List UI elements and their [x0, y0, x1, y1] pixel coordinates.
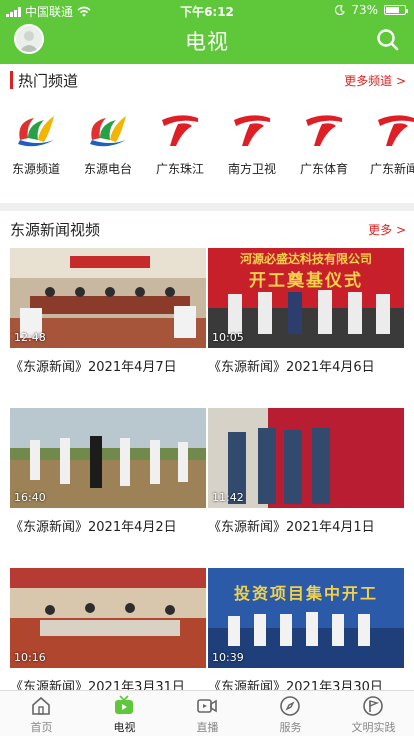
section-marker [10, 71, 13, 89]
video-title: 《东源新闻》2021年4月7日 [10, 360, 177, 375]
video-duration: 10:39 [212, 651, 244, 664]
video-title: 《东源新闻》2021年4月1日 [208, 520, 375, 535]
live-video-icon [197, 699, 217, 713]
channel-item[interactable]: 东源频道 [0, 98, 72, 188]
page-title: 电视 [185, 30, 229, 54]
channel-name: 广东体育 [299, 162, 348, 176]
hot-channels-header: 热门频道 更多频道 > [0, 64, 414, 96]
video-thumbnail: 10:16 [10, 568, 206, 668]
tab-tv[interactable]: 电视 [83, 691, 166, 736]
status-right: 73% [335, 3, 408, 17]
video-thumbnail: 11:42 [208, 408, 404, 508]
video-thumbnail: 河源必盛达科技有限公司 开工奠基仪式 10:05 [208, 248, 404, 348]
video-duration: 10:16 [14, 651, 46, 664]
channel-name: 广东新闻 [370, 162, 414, 176]
banner-subtext: 开工奠基仪式 [249, 271, 363, 291]
dongyuan-logo-icon [18, 116, 54, 147]
tab-live[interactable]: 直播 [166, 691, 249, 736]
video-thumbnail: 16:40 [10, 408, 206, 508]
tv-icon [115, 695, 133, 714]
tab-civilization[interactable]: 文明实践 [332, 691, 414, 736]
status-bar: 中国联通 下午6:12 73% [0, 0, 414, 20]
channel-item[interactable]: 南方卫视 [216, 98, 288, 188]
bottom-tab-bar: 首页 电视 直播 服务 文明实践 [0, 690, 414, 736]
dongyuan-logo-icon [90, 116, 126, 147]
channel-item[interactable]: 广东珠江 [144, 98, 216, 188]
battery-icon [384, 5, 408, 15]
video-title: 《东源新闻》2021年4月2日 [10, 520, 177, 535]
video-duration: 12:48 [14, 331, 46, 344]
flag-icon [363, 696, 383, 716]
tab-label: 首页 [30, 721, 53, 734]
hot-channels-title: 热门频道 [18, 72, 79, 90]
search-icon[interactable] [374, 26, 402, 54]
tab-service[interactable]: 服务 [249, 691, 332, 736]
video-duration: 11:42 [212, 491, 244, 504]
video-title: 《东源新闻》2021年4月6日 [208, 360, 375, 375]
channel-name: 广东珠江 [155, 162, 204, 176]
section-divider [0, 203, 414, 211]
banner-text: 投资项目集中开工 [233, 584, 378, 603]
video-duration: 16:40 [14, 491, 46, 504]
tv-screen: 中国联通 下午6:12 73% 电视 热门频道 更多频道 > 东源频道 东源电台… [0, 0, 414, 736]
tab-label: 文明实践 [351, 721, 396, 734]
battery-percent: 73% [351, 3, 378, 17]
tab-home[interactable]: 首页 [0, 691, 83, 736]
channel-item[interactable]: 广东新闻 [360, 98, 414, 188]
tab-label: 直播 [196, 721, 219, 734]
channel-item[interactable]: 东源电台 [72, 98, 144, 188]
video-duration: 10:05 [212, 331, 244, 344]
news-section-header: 东源新闻视频 更多 > [0, 216, 414, 244]
banner-text: 河源必盛达科技有限公司 [239, 252, 372, 266]
channel-name: 南方卫视 [227, 162, 276, 176]
guangdong-tv-logo-icon [378, 115, 414, 146]
app-header: 电视 [0, 20, 414, 64]
channel-list: 东源频道 东源电台 广东珠江 南方卫视 广东体育 广东新闻 [0, 98, 414, 198]
video-thumbnail: 投资项目集中开工 10:39 [208, 568, 404, 668]
tab-label: 电视 [113, 721, 136, 734]
channel-name: 东源频道 [11, 162, 60, 176]
tab-label: 服务 [279, 721, 302, 734]
guangdong-tv-logo-icon [306, 115, 342, 146]
more-channels-link[interactable]: 更多频道 > [344, 72, 406, 89]
video-thumbnail: 12:48 [10, 248, 206, 348]
guangdong-tv-logo-icon [162, 115, 198, 146]
home-icon [32, 696, 50, 715]
channel-name: 东源电台 [83, 162, 132, 176]
compass-icon [280, 696, 300, 716]
channel-item[interactable]: 广东体育 [288, 98, 360, 188]
news-section-title: 东源新闻视频 [10, 221, 101, 239]
moon-icon [335, 5, 346, 15]
guangdong-tv-logo-icon [234, 115, 270, 146]
more-news-link[interactable]: 更多 > [368, 221, 406, 238]
